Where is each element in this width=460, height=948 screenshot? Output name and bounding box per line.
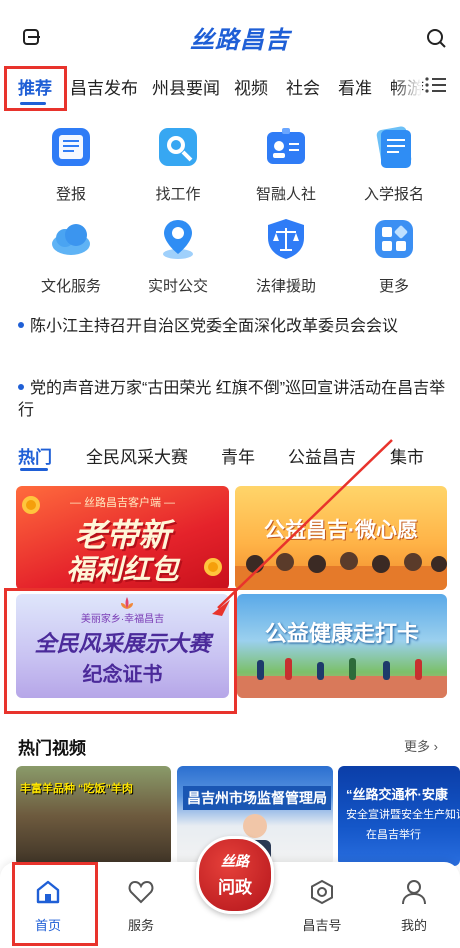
tab-changji-release[interactable]: 昌吉发布 — [70, 74, 138, 99]
news-title: 陈小江主持召开自治区党委全面深化改革委员会会议 — [30, 318, 399, 335]
tab-society[interactable]: 社会 — [286, 74, 320, 99]
news-title: 党的声音进万家“古田荣光 红旗不倒”巡回宣讲活动在昌吉举行 — [18, 380, 446, 419]
service-label: 找工作 — [155, 186, 201, 203]
subtabs-fade — [444, 442, 460, 466]
channel-list-icon[interactable] — [424, 74, 448, 96]
banner-health-walk[interactable]: 公益健康走打卡 — [237, 594, 447, 698]
crowd-illustration — [235, 552, 447, 590]
id-card-icon — [267, 128, 305, 164]
side-menu-icon[interactable] — [22, 28, 42, 46]
tabs-fade — [392, 66, 422, 106]
heart-icon — [128, 880, 154, 904]
service-label: 登报 — [55, 186, 86, 203]
location-pin-icon — [163, 220, 193, 259]
scales-icon — [268, 219, 304, 259]
news-item[interactable]: 陈小江主持召开自治区党委全面深化改革委员会会议 — [18, 316, 448, 338]
nav-service[interactable]: 服务 — [111, 878, 171, 934]
service-label: 文化服务 — [40, 278, 101, 295]
service-label: 法律援助 — [255, 278, 316, 295]
highlight-box-banner — [4, 588, 237, 714]
nav-label: 服务 — [127, 918, 154, 933]
banner-micro-wish[interactable]: 公益昌吉·微心愿 — [235, 486, 447, 590]
video-thumb-sheep[interactable]: 丰富羊品种 “吃饭”羊肉 — [16, 766, 171, 866]
service-enrollment[interactable]: 入学报名 — [344, 124, 444, 204]
nav-label: 昌吉号 — [302, 918, 342, 933]
service-label: 智融人社 — [255, 186, 316, 203]
coin-icon — [204, 558, 222, 576]
hexagon-gear-icon — [311, 879, 333, 905]
service-culture[interactable]: 文化服务 — [21, 216, 121, 296]
video-thumb-safety[interactable]: “丝路交通杯·安康 安全宣讲暨安全生产知识 在昌吉举行 — [338, 766, 460, 866]
subtab-hot[interactable]: 热门 — [18, 443, 52, 468]
runners-illustration — [237, 658, 447, 698]
subtab-public-welfare[interactable]: 公益昌吉 — [288, 443, 356, 468]
nav-label: 我的 — [400, 918, 427, 933]
subtab-market[interactable]: 集市 — [390, 443, 424, 468]
newspaper-icon — [52, 128, 90, 166]
more-label: 更多 — [404, 739, 431, 754]
service-label: 实时公交 — [147, 278, 208, 295]
job-search-icon — [159, 128, 197, 166]
chevron-right-icon: › — [433, 739, 438, 754]
video-thumb-caption: “丝路交通杯·安康 — [346, 787, 448, 802]
bullet-dot — [18, 321, 24, 328]
hot-videos-title: 热门视频 — [18, 739, 86, 758]
center-button-bottom-text: 问政 — [218, 878, 252, 897]
apps-grid-icon — [375, 220, 413, 258]
cloud-icon — [52, 224, 90, 255]
banner-caption: — 丝路昌吉客户端 — — [69, 497, 176, 509]
subtab-youth[interactable]: 青年 — [221, 443, 255, 468]
banner-headline: 福利红包 — [66, 554, 179, 585]
service-realtime-bus[interactable]: 实时公交 — [128, 216, 228, 296]
nav-mine[interactable]: 我的 — [384, 878, 444, 934]
center-button-top-text: 丝路 — [221, 853, 249, 869]
banner-headline: 公益昌吉·微心愿 — [264, 519, 418, 542]
enrollment-icon — [376, 126, 412, 168]
hot-videos-more-link[interactable]: 更多 › — [404, 736, 438, 755]
service-legal-aid[interactable]: 法律援助 — [236, 216, 336, 296]
tab-county-news[interactable]: 州县要闻 — [152, 74, 220, 99]
subtab-talent-contest[interactable]: 全民风采大赛 — [86, 443, 188, 468]
nav-changji-account[interactable]: 昌吉号 — [292, 878, 352, 934]
service-find-job[interactable]: 找工作 — [128, 124, 228, 204]
service-zhirong-renshe[interactable]: 智融人社 — [236, 124, 336, 204]
tab-video[interactable]: 视频 — [234, 74, 268, 99]
service-dengbao[interactable]: 登报 — [21, 124, 121, 204]
banner-headline: 公益健康走打卡 — [264, 621, 419, 646]
video-thumb-caption: 丰富羊品种 “吃饭”羊肉 — [20, 783, 134, 795]
active-subtab-indicator — [20, 468, 48, 471]
service-more[interactable]: 更多 — [344, 216, 444, 296]
service-label: 入学报名 — [363, 186, 424, 203]
user-icon — [402, 880, 426, 905]
banner-referral-red-packet[interactable]: — 丝路昌吉客户端 — 老带新 福利红包 — [16, 486, 229, 590]
tab-kanzhun[interactable]: 看准 — [338, 74, 372, 99]
app-logo-text: 丝路昌吉 — [190, 25, 290, 54]
video-thumb-caption: 在昌吉举行 — [366, 829, 421, 841]
highlight-box-tab — [4, 66, 67, 111]
bullet-dot — [18, 383, 24, 390]
highlight-box-home — [12, 862, 98, 946]
search-icon[interactable] — [426, 28, 446, 48]
video-thumb-caption: 昌吉州市场监督管理局 — [183, 786, 331, 810]
coin-icon — [22, 496, 40, 514]
channel-tabs: 推荐 昌吉发布 州县要闻 视频 社会 看准 畅游 — [0, 66, 460, 108]
video-thumb-caption: 安全宣讲暨安全生产知识 — [346, 809, 460, 821]
news-item[interactable]: 党的声音进万家“古田荣光 红旗不倒”巡回宣讲活动在昌吉举行 — [18, 378, 448, 422]
service-label: 更多 — [378, 278, 409, 295]
nav-wenzheng-button[interactable]: 丝路 问政 — [196, 836, 274, 914]
app-logo: 丝路昌吉 — [180, 16, 290, 56]
